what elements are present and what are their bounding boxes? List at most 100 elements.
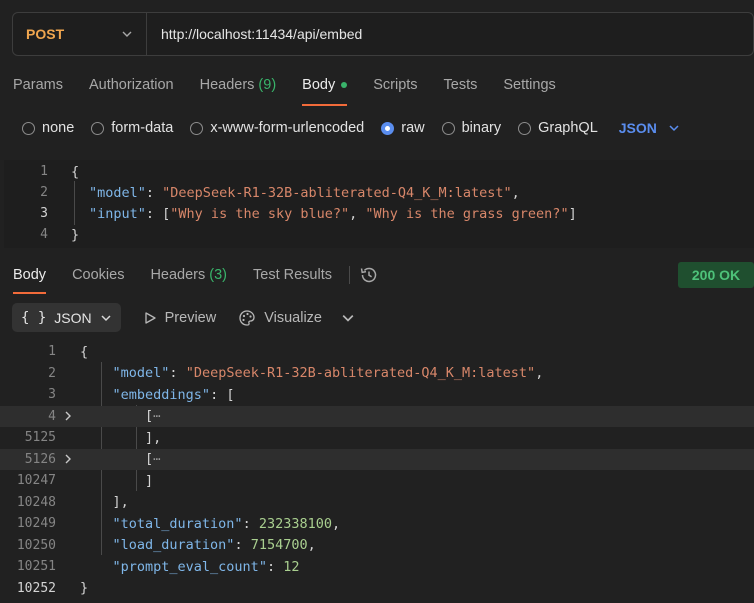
json-number: 12	[283, 558, 300, 575]
line-number: 3	[48, 387, 56, 403]
code-line: 5126 [⋯	[0, 448, 754, 470]
line-number: 2	[48, 365, 56, 381]
json-number: 232338100	[258, 515, 332, 532]
preview-label: Preview	[164, 309, 217, 326]
tab-headers[interactable]: Headers (9)	[187, 70, 290, 100]
radio-circle-icon	[22, 121, 35, 135]
line-number: 1	[48, 344, 56, 360]
raw-format-label: JSON	[618, 120, 657, 136]
method-label: POST	[26, 26, 65, 42]
code-text: [⋯	[80, 451, 161, 468]
url-input[interactable]: http://localhost:11434/api/embed	[147, 26, 362, 42]
chevron-down-icon	[101, 314, 111, 321]
collapsed-ellipsis[interactable]: ⋯	[153, 409, 160, 423]
radio-label: x-www-form-urlencoded	[210, 120, 365, 136]
response-tab-test-results[interactable]: Test Results	[240, 262, 345, 288]
code-text: }	[80, 580, 89, 597]
code-line: 2 "model": "DeepSeek-R1-32B-abliterated-…	[4, 182, 520, 203]
headers-count: (9)	[258, 77, 277, 93]
response-format-select[interactable]: { } JSON	[12, 303, 121, 332]
radio-label: binary	[461, 120, 502, 136]
json-key: "total_duration"	[112, 515, 243, 532]
format-label: JSON	[54, 309, 92, 326]
radio-selected-icon	[381, 121, 395, 135]
request-body-editor[interactable]: 1 { 2 "model": "DeepSeek-R1-32B-ablitera…	[4, 160, 754, 248]
fold-toggle[interactable]	[56, 454, 80, 464]
code-line: 3 "input": ["Why is the sky blue?", "Why…	[4, 203, 577, 224]
fold-toggle[interactable]	[56, 411, 80, 421]
brace: }	[71, 226, 80, 243]
code-text: [⋯	[80, 408, 161, 425]
code-line: 10252 }	[0, 578, 754, 600]
visualize-icon	[239, 309, 255, 326]
radio-label: GraphQL	[538, 120, 598, 136]
radio-binary[interactable]: binary	[441, 120, 502, 136]
tab-settings[interactable]: Settings	[490, 70, 568, 100]
tab-label: Headers	[150, 267, 206, 283]
modified-dot-icon	[341, 82, 348, 88]
code-text: "prompt_eval_count": 12	[112, 558, 300, 575]
radio-form-data[interactable]: form-data	[91, 120, 173, 136]
json-string: "Why is the grass green?"	[365, 205, 569, 222]
response-tab-cookies[interactable]: Cookies	[59, 262, 137, 288]
radio-graphql[interactable]: GraphQL	[518, 120, 598, 136]
line-number: 10247	[16, 473, 56, 489]
code-line: 2 "model": "DeepSeek-R1-32B-abliterated-…	[0, 363, 754, 385]
radio-urlencoded[interactable]: x-www-form-urlencoded	[190, 120, 364, 136]
tab-label: Scripts	[373, 77, 418, 93]
tab-body[interactable]: Body	[289, 70, 360, 106]
raw-format-select[interactable]: JSON	[619, 120, 679, 136]
line-number: 1	[40, 164, 48, 179]
response-tab-headers[interactable]: Headers (3)	[137, 262, 240, 288]
tab-params[interactable]: Params	[0, 70, 76, 100]
response-tabs: Body Cookies Headers (3) Test Results	[0, 262, 380, 294]
chevron-right-icon	[65, 454, 71, 464]
line-number: 4	[40, 227, 48, 242]
radio-label: none	[42, 120, 75, 136]
brace: {	[71, 163, 80, 180]
code-line: 10248 ],	[0, 492, 754, 514]
json-number: 7154700	[250, 537, 308, 554]
radio-raw[interactable]: raw	[381, 120, 425, 136]
tab-authorization[interactable]: Authorization	[76, 70, 187, 100]
method-select[interactable]: POST	[13, 13, 147, 55]
tab-scripts[interactable]: Scripts	[360, 70, 430, 100]
response-body-viewer[interactable]: 1 { 2 "model": "DeepSeek-R1-32B-ablitera…	[0, 340, 754, 603]
chevron-down-icon	[122, 31, 132, 37]
radio-label: raw	[401, 120, 425, 136]
code-line: 5125 ],	[0, 427, 754, 449]
line-number: 3	[40, 206, 48, 221]
request-tabs: Params Authorization Headers (9) Body Scr…	[0, 70, 569, 106]
code-line: 10247 ]	[0, 470, 754, 492]
preview-button[interactable]: Preview	[143, 309, 217, 326]
chevron-right-icon	[65, 411, 71, 421]
code-line: 4 }	[4, 224, 79, 245]
code-text: ],	[80, 429, 162, 446]
json-key: "load_duration"	[112, 537, 235, 554]
code-text: "model": "DeepSeek-R1-32B-abliterated-Q4…	[89, 184, 520, 201]
response-toolbar: { } JSON Preview Visualize	[12, 303, 354, 332]
code-line: 1 {	[4, 161, 79, 182]
chevron-down-icon[interactable]	[342, 312, 354, 324]
visualize-button[interactable]: Visualize	[238, 309, 322, 327]
tab-label: Settings	[503, 77, 556, 93]
play-icon	[144, 311, 156, 324]
braces-icon: { }	[21, 309, 47, 326]
response-tab-body[interactable]: Body	[0, 262, 59, 294]
history-icon[interactable]	[358, 264, 380, 286]
code-text: "model": "DeepSeek-R1-32B-abliterated-Q4…	[112, 365, 544, 382]
json-string: "DeepSeek-R1-32B-abliterated-Q4_K_M:late…	[185, 365, 536, 382]
radio-circle-icon	[190, 121, 204, 135]
collapsed-ellipsis[interactable]: ⋯	[153, 452, 160, 466]
code-text: ],	[80, 494, 129, 511]
code-text: {	[71, 164, 79, 180]
divider	[348, 266, 350, 284]
line-number: 4	[48, 408, 56, 424]
json-key: "model"	[112, 365, 170, 382]
tab-tests[interactable]: Tests	[431, 70, 491, 100]
radio-circle-icon	[91, 121, 105, 135]
tab-label: Headers	[199, 77, 255, 93]
radio-none[interactable]: none	[22, 120, 74, 136]
code-text: "load_duration": 7154700,	[112, 537, 316, 554]
line-number: 5125	[24, 430, 56, 446]
